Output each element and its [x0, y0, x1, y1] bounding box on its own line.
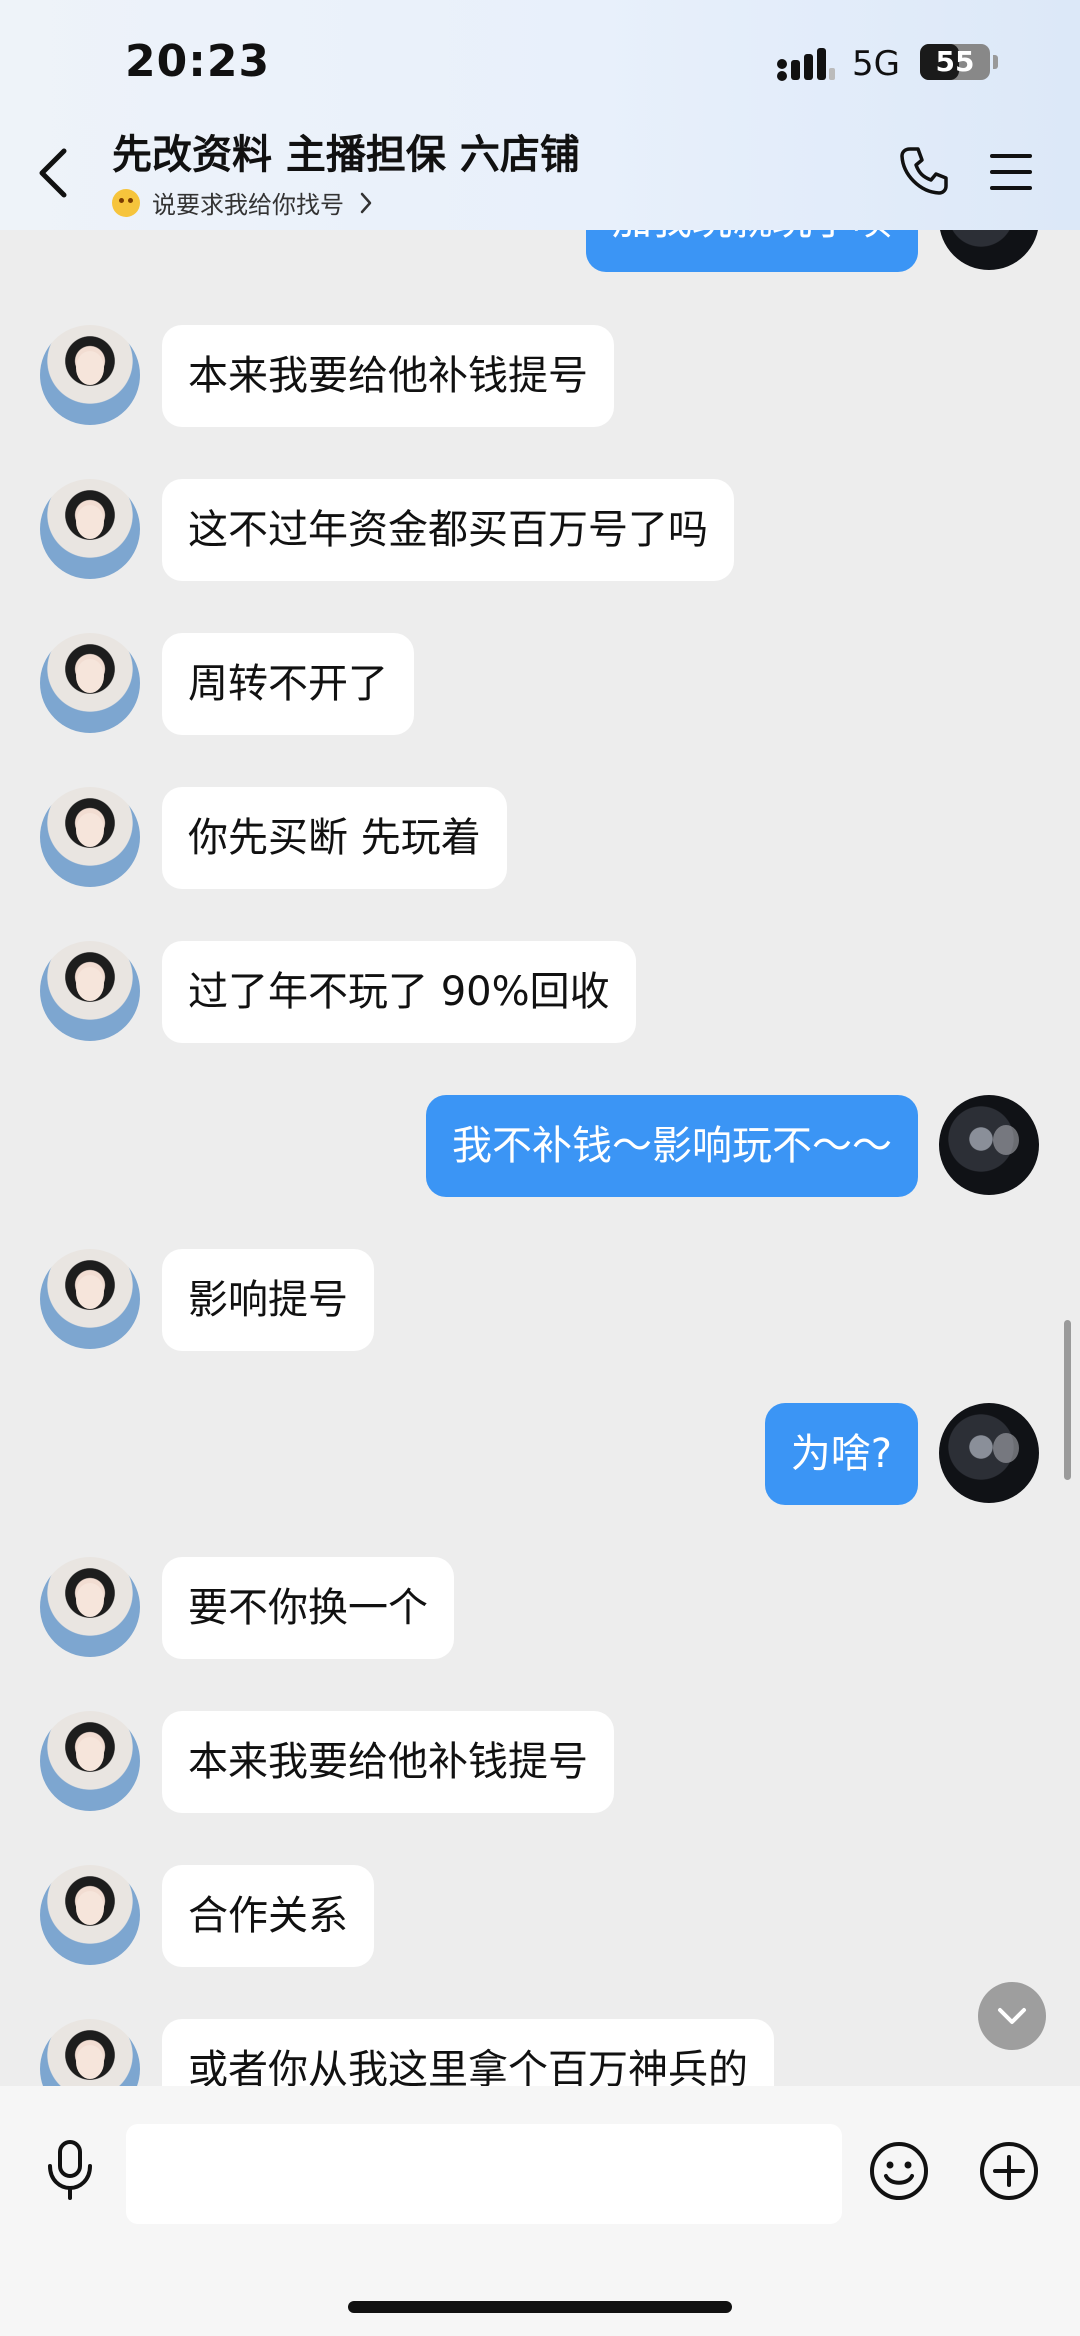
chat-subtitle-text: 说要求我给你找号: [152, 191, 344, 219]
contact-avatar[interactable]: [40, 633, 140, 733]
contact-avatar[interactable]: [40, 1557, 140, 1657]
contact-avatar[interactable]: [40, 325, 140, 425]
my-avatar[interactable]: [939, 1095, 1039, 1195]
incoming-message-bubble[interactable]: 这不过年资金都买百万号了吗: [162, 479, 734, 581]
incoming-message-bubble[interactable]: 你先买断 先玩着: [162, 787, 507, 889]
contact-avatar[interactable]: [40, 479, 140, 579]
battery-percent: 55: [935, 45, 975, 78]
network-type: 5G: [852, 44, 900, 84]
contact-avatar[interactable]: [40, 1865, 140, 1965]
message-input[interactable]: [126, 2124, 842, 2224]
scroll-to-bottom-button[interactable]: [978, 1982, 1046, 2050]
incoming-message-bubble[interactable]: 影响提号: [162, 1249, 374, 1351]
signal-bars-icon: [777, 48, 835, 81]
menu-icon[interactable]: [988, 150, 1034, 194]
chevron-down-icon: [998, 2008, 1026, 2024]
status-time: 20:23: [125, 36, 271, 87]
my-avatar[interactable]: [939, 1403, 1039, 1503]
incoming-message-bubble[interactable]: 本来我要给他补钱提号: [162, 325, 614, 427]
contact-avatar[interactable]: [40, 941, 140, 1041]
chat-message-list[interactable]: 加我玩就玩了呗 本来我要给他补钱提号 这不过年资金都买百万号了吗 周转不开了 你…: [0, 0, 1080, 2086]
scrollbar-thumb[interactable]: [1064, 1320, 1071, 1480]
chat-header: 20:23 5G 55 先改资料 主播担保 六店铺 说要求我给你找号: [0, 0, 1080, 230]
incoming-message-bubble[interactable]: 过了年不玩了 90%回收: [162, 941, 636, 1043]
chevron-right-icon: [360, 192, 372, 213]
incoming-message-bubble[interactable]: 或者你从我这里拿个百万神兵的: [162, 2019, 774, 2086]
incoming-message-bubble[interactable]: 要不你换一个: [162, 1557, 454, 1659]
microphone-icon[interactable]: [40, 2138, 100, 2202]
plus-circle-icon[interactable]: [978, 2140, 1040, 2202]
chat-subtitle[interactable]: 说要求我给你找号: [112, 185, 374, 220]
contact-avatar[interactable]: [40, 1249, 140, 1349]
emoji-face-icon[interactable]: [868, 2140, 930, 2202]
incoming-message-bubble[interactable]: 周转不开了: [162, 633, 414, 735]
emoji-icon: [112, 188, 140, 217]
phone-icon[interactable]: [898, 145, 950, 197]
contact-avatar[interactable]: [40, 1711, 140, 1811]
incoming-message-bubble[interactable]: 合作关系: [162, 1865, 374, 1967]
battery-tip: [993, 55, 998, 69]
battery-icon: 55: [920, 44, 1000, 82]
outgoing-message-bubble[interactable]: 我不补钱～影响玩不～～: [426, 1095, 918, 1197]
chat-title[interactable]: 先改资料 主播担保 六店铺: [112, 122, 580, 180]
outgoing-message-bubble[interactable]: 为啥?: [764, 1403, 918, 1505]
contact-avatar[interactable]: [40, 2019, 140, 2086]
status-bar: 20:23 5G 55: [0, 0, 1080, 130]
contact-avatar[interactable]: [40, 787, 140, 887]
incoming-message-bubble[interactable]: 本来我要给他补钱提号: [162, 1711, 614, 1813]
back-chevron-icon[interactable]: [30, 145, 80, 201]
home-indicator[interactable]: [348, 2301, 732, 2313]
